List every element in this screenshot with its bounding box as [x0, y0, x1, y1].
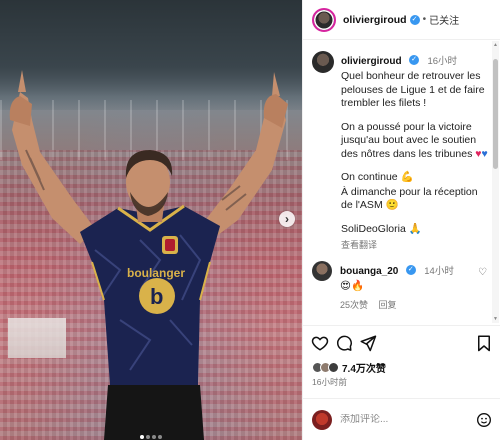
- comment-item: bouanga_20 ✓ 14小时 😍🔥 25次赞 回复 ♡: [303, 251, 493, 311]
- svg-text:b: b: [150, 284, 163, 309]
- current-user-avatar: [312, 409, 332, 430]
- smiley-icon: 🙂: [385, 199, 399, 211]
- flexed-biceps-icon: 💪: [400, 171, 414, 183]
- emoji-icon[interactable]: [476, 412, 492, 428]
- comment-input[interactable]: [340, 414, 460, 425]
- fire-icon: 🔥: [350, 280, 365, 292]
- scroll-up-icon[interactable]: ▲: [493, 42, 498, 48]
- add-comment-bar: [303, 398, 500, 440]
- comments-scrollbar[interactable]: ▲ ▼: [492, 41, 499, 323]
- chevron-right-icon: ›: [285, 212, 289, 226]
- liker-avatar: [328, 362, 339, 373]
- blue-heart-icon: ♥: [481, 147, 488, 160]
- scroll-down-icon[interactable]: ▼: [493, 316, 498, 322]
- caption-line: On continue 💪: [341, 171, 414, 183]
- bookmark-icon[interactable]: [475, 334, 493, 352]
- caption-line: On a poussé pour la victoire jusqu'au bo…: [341, 120, 488, 160]
- praying-hands-icon: 🙏: [408, 222, 422, 235]
- comment-reply-button[interactable]: 回复: [379, 300, 397, 310]
- next-image-button[interactable]: ›: [279, 211, 295, 227]
- likes-summary[interactable]: 7.4万次赞: [312, 360, 386, 375]
- verified-badge-icon: ✓: [409, 54, 420, 65]
- comment-text: 😍🔥: [340, 280, 454, 294]
- commenter-username[interactable]: bouanga_20: [340, 266, 398, 277]
- post-timestamp: 16小时前: [312, 377, 347, 387]
- caption-username[interactable]: oliviergiroud: [341, 56, 402, 67]
- carousel-dot: [152, 435, 156, 439]
- comment-heart-icon[interactable]: ♡: [478, 267, 487, 278]
- header-separator: •: [422, 14, 427, 25]
- caption-line: SoliDeoGloria 🙏: [341, 222, 422, 235]
- comments-section[interactable]: oliviergiroud ✓ 16小时 Quel bonheur de ret…: [303, 41, 493, 323]
- post-actions: [303, 325, 500, 361]
- verified-badge-icon: ✓: [405, 264, 416, 275]
- caption: oliviergiroud ✓ 16小时 Quel bonheur de ret…: [303, 41, 493, 251]
- caption-line: À dimanche pour la réception de l'ASM 🙂: [341, 185, 478, 212]
- commenter-avatar[interactable]: [312, 261, 332, 281]
- post-header: oliviergiroud ✓ • 已关注: [303, 0, 500, 40]
- comment-like-count[interactable]: 25次赞: [340, 300, 368, 310]
- caption-line: Quel bonheur de retrouver les pelouses d…: [341, 70, 485, 109]
- carousel-dot: [146, 435, 150, 439]
- see-translation-link[interactable]: 查看翻译: [341, 238, 491, 251]
- caption-time: 16小时: [427, 56, 458, 67]
- caption-avatar[interactable]: [312, 51, 334, 73]
- heart-eyes-icon: 😍: [340, 280, 351, 292]
- carousel-dot: [158, 435, 162, 439]
- post-detail-panel: oliviergiroud ✓ • 已关注 oliviergiroud ✓ 16…: [302, 0, 500, 440]
- comment-icon[interactable]: [335, 334, 353, 352]
- share-icon[interactable]: [359, 334, 377, 352]
- carousel-dot: [140, 435, 144, 439]
- scrollbar-thumb[interactable]: [493, 59, 498, 169]
- author-username[interactable]: oliviergiroud: [343, 14, 407, 26]
- author-avatar[interactable]: [312, 7, 336, 32]
- jersey-sponsor-text: boulanger: [126, 266, 185, 280]
- carousel-dots: [0, 426, 302, 439]
- verified-badge-icon: ✓: [409, 14, 420, 25]
- heart-icon[interactable]: [311, 334, 329, 352]
- post-image[interactable]: b boulanger ›: [0, 0, 302, 440]
- player-illustration: b: [9, 70, 288, 440]
- comment-time: 14小时: [424, 266, 454, 277]
- follow-status-button[interactable]: 已关注: [429, 12, 459, 27]
- likes-count[interactable]: 7.4万次赞: [342, 360, 386, 375]
